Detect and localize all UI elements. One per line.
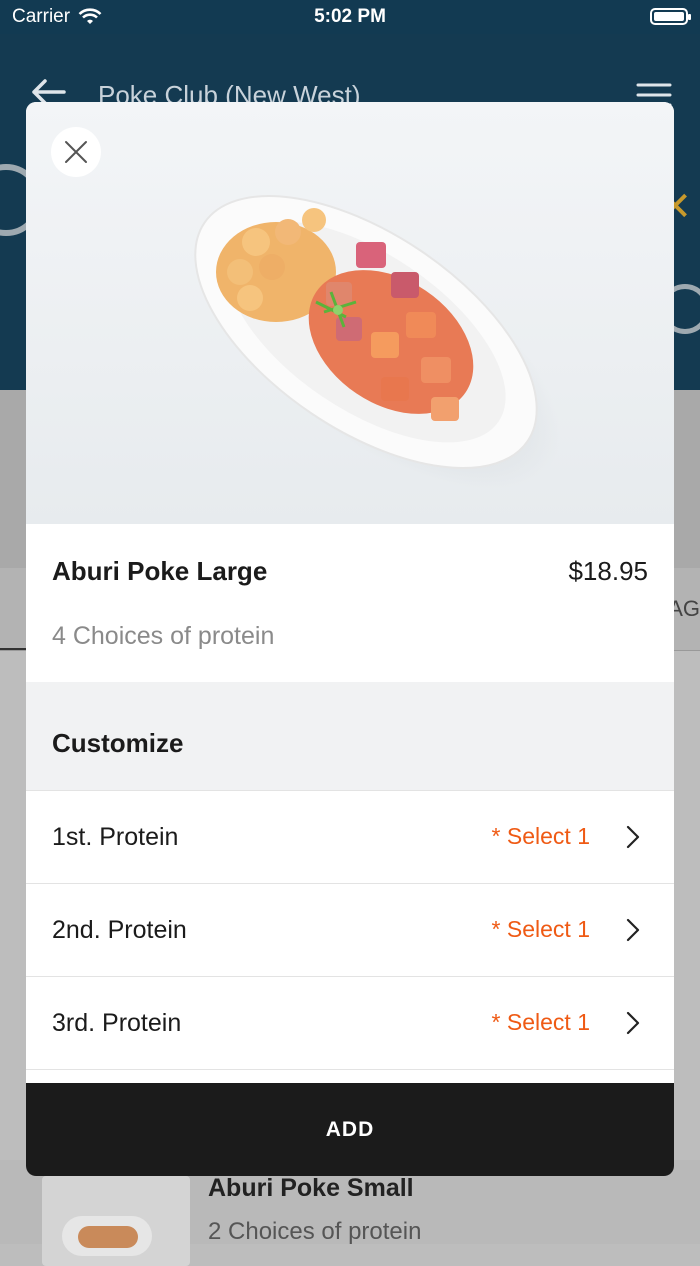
option-row-protein-3[interactable]: 3rd. Protein * Select 1: [26, 976, 674, 1069]
status-time: 5:02 PM: [314, 6, 386, 27]
menu-item-description: 2 Choices of protein: [208, 1218, 422, 1245]
close-icon: [65, 141, 87, 163]
battery-icon: [650, 8, 691, 25]
item-modal: Aburi Poke Large $18.95 4 Choices of pro…: [26, 102, 674, 1176]
required-badge: * Select 1: [491, 1009, 590, 1035]
poke-bowl-image: [194, 195, 561, 489]
option-label: 3rd. Protein: [52, 1009, 182, 1037]
add-button-label: ADD: [325, 1117, 375, 1141]
close-button[interactable]: [51, 127, 101, 177]
item-thumbnail: [42, 1176, 190, 1266]
required-badge: * Select 1: [491, 823, 590, 849]
item-description: 4 Choices of protein: [52, 622, 275, 650]
menu-item-name: Aburi Poke Small: [208, 1174, 414, 1202]
chevron-right-icon: [626, 1011, 640, 1035]
tab-indicator: [0, 648, 28, 650]
item-name: Aburi Poke Large: [52, 556, 268, 586]
chevron-right-icon: [626, 825, 640, 849]
option-row-protein-1[interactable]: 1st. Protein * Select 1: [26, 790, 674, 883]
option-label: 1st. Protein: [52, 823, 179, 851]
customize-section-header: Customize: [26, 682, 674, 790]
item-header: Aburi Poke Large $18.95 4 Choices of pro…: [26, 524, 674, 682]
item-price: $18.95: [568, 556, 648, 586]
add-button[interactable]: ADD: [26, 1083, 674, 1176]
option-row-partial: [26, 1069, 674, 1084]
item-photo: [26, 102, 674, 524]
section-title: Customize: [52, 728, 184, 758]
required-badge: * Select 1: [491, 916, 590, 942]
option-label: 2nd. Protein: [52, 916, 187, 944]
option-row-protein-2[interactable]: 2nd. Protein * Select 1: [26, 883, 674, 976]
chevron-right-icon: [626, 918, 640, 942]
status-bar: Carrier 5:02 PM: [0, 0, 700, 34]
